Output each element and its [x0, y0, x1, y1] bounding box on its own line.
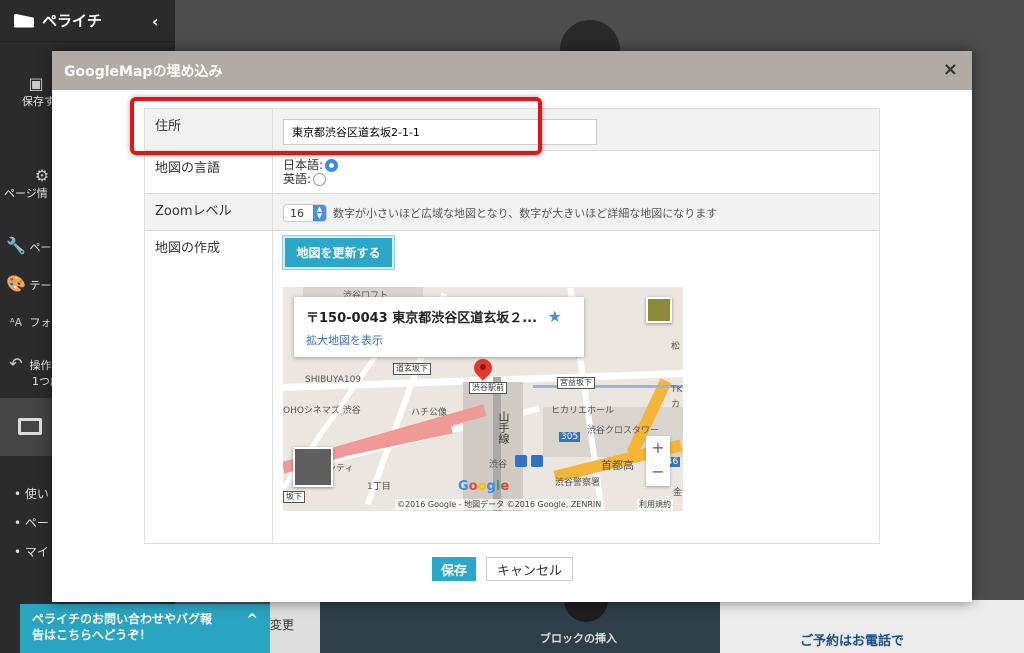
block-insert-bar: ブロックの挿入 [320, 592, 720, 653]
support-line-1: ペライチのお問い合わせやバグ報 [32, 612, 213, 626]
googlemap-modal: GoogleMapの埋め込み × 住所 地図の言語 日本語: 英語: [52, 51, 972, 602]
map-label: TK [671, 385, 683, 395]
zoom-cell: 16 ▲ ▼ 数字が小さいほど広域な地図となり、数字が大きいほど詳細な地図になりま… [272, 193, 880, 231]
map-label: 宮益坂下 [557, 377, 595, 389]
change-label: 変更 [270, 618, 295, 632]
map-preview[interactable]: 渋谷ロフト 渋谷 SHIBUYA109 道玄坂下 渋谷駅前 宮益坂下 ヒカリエホ… [283, 287, 683, 511]
sidebar-item-label: フォ [29, 316, 52, 329]
save-icon: ▣ [28, 74, 44, 93]
sidebar-item-label: 保存す [22, 95, 55, 108]
gear-icon: ⚙ [34, 166, 50, 185]
zoom-row: Zoomレベル 16 ▲ ▼ 数字が小さいほど広域な地図となり、数字が大きいほど詳… [144, 193, 880, 231]
terms-link[interactable]: 利用規約 [637, 499, 673, 510]
metro-icon [515, 455, 527, 467]
support-line-2: 告はこちらへどうぞ！ [32, 628, 152, 642]
map-label: ヒカリエホール [551, 406, 615, 416]
reserve-text: ご予約はお電話で [800, 634, 905, 649]
map-settings-form: 住所 地図の言語 日本語: 英語: Zoomレベル [144, 108, 880, 544]
block-insert-label[interactable]: ブロックの挿入 [540, 630, 617, 646]
cancel-button[interactable]: キャンセル [486, 557, 574, 581]
language-option-ja[interactable]: 日本語: [283, 158, 869, 172]
map-create-cell: 地図を更新する 渋谷ロフト SHIBUYA109 道玄坂下 渋谷駅前 宮益坂下 … [272, 230, 880, 544]
map-label: 坂下 [283, 491, 305, 503]
chevron-up-icon[interactable]: ^ [246, 612, 258, 628]
map-label: カ [671, 400, 681, 410]
map-zoom-control: + − [646, 436, 670, 486]
map-label: 渋谷 [489, 460, 508, 470]
map-info-title: 〒150-0043 東京都渋谷区道玄坂２... [306, 311, 538, 326]
language-cell: 日本語: 英語: [272, 150, 880, 194]
map-zoom-out[interactable]: − [646, 460, 670, 484]
address-label: 住所 [144, 108, 273, 151]
sidebar-bullet[interactable]: • 使い [14, 480, 49, 509]
map-zoom-in[interactable]: + [646, 436, 670, 460]
map-label: 首都高 [601, 459, 634, 472]
map-label: 渋谷警察署 [555, 478, 601, 488]
map-label: OHOシネマズ 渋谷 [283, 406, 361, 416]
radio-en[interactable] [313, 172, 327, 186]
larger-map-link[interactable]: 拡大地図を表示 [306, 332, 584, 348]
map-label: 山手線 [497, 411, 510, 444]
zoom-note: 数字が小さいほど広域な地図となり、数字が大きいほど詳細な地図になります [333, 207, 718, 220]
save-button[interactable]: 保存 [432, 557, 477, 581]
map-label: 1丁目 [367, 482, 391, 492]
language-row: 地図の言語 日本語: 英語: [144, 150, 880, 194]
zoom-label: Zoomレベル [144, 193, 273, 231]
brand-name: ペライチ [42, 12, 103, 30]
monitor-icon [18, 418, 42, 435]
modal-title: GoogleMapの埋め込み [64, 64, 223, 80]
sidebar-collapse-icon[interactable]: ‹ [152, 12, 159, 31]
page-preview-block: ご予約はお電話で [720, 600, 1024, 653]
language-option-label: 英語: [283, 172, 312, 186]
language-option-en[interactable]: 英語: [283, 172, 869, 186]
sidebar-bullet-list: • 使い • ペー • マイ [14, 480, 49, 567]
star-icon[interactable]: ★ [548, 307, 562, 326]
modal-footer: 保存 キャンセル [432, 557, 574, 581]
support-banner[interactable]: ペライチのお問い合わせやバグ報 告はこちらへどうぞ！ ^ [20, 604, 270, 653]
map-create-row: 地図の作成 地図を更新する 渋谷ロフト SHIBUYA109 道玄坂下 渋谷駅前… [144, 230, 880, 544]
brand-logo-icon [14, 13, 34, 28]
map-label: SHIBUYA109 [305, 375, 362, 385]
language-option-label: 日本語: [283, 158, 324, 172]
address-row: 住所 [144, 108, 880, 151]
address-input[interactable] [283, 119, 597, 145]
map-copyright: ©2016 Google - 地図データ ©2016 Google, ZENRI… [395, 499, 604, 510]
palette-icon: 🎨 [6, 274, 26, 293]
sidebar-item-label: ペー [29, 241, 52, 254]
satellite-toggle-icon[interactable] [293, 447, 333, 487]
map-label: 金 [673, 488, 683, 498]
sidebar-item-label: 操作 [29, 359, 52, 372]
google-logo: Google [458, 479, 510, 494]
map-marker-dot [480, 364, 486, 370]
sidebar-item-label: ページ情 [4, 187, 48, 200]
radio-ja[interactable] [325, 158, 339, 172]
update-map-button[interactable]: 地図を更新する [283, 236, 394, 269]
spinner-arrows-icon[interactable]: ▲ ▼ [313, 205, 326, 221]
wrench-icon: 🔧 [6, 236, 26, 255]
zoom-level-value: 16 [290, 206, 304, 220]
map-label: 松 [671, 342, 681, 352]
map-create-label: 地図の作成 [144, 230, 273, 544]
map-label: 道玄坂下 [393, 363, 431, 375]
change-area: 変更 [270, 600, 320, 653]
font-icon: ᴬA [9, 316, 23, 329]
map-info-card: 〒150-0043 東京都渋谷区道玄坂２... 拡大地図を表示 ★ [294, 297, 584, 357]
sidebar-item-label: テー [29, 279, 52, 292]
map-label: ハチ公像 [411, 408, 448, 418]
sidebar-bullet[interactable]: • マイ [14, 538, 49, 567]
map-label: 渋谷クロスタワー [587, 426, 660, 436]
language-label: 地図の言語 [144, 150, 273, 194]
close-icon[interactable]: × [943, 59, 958, 80]
map-label: 305 [559, 432, 581, 442]
bus-icon [531, 455, 543, 467]
modal-header: GoogleMapの埋め込み × [52, 51, 972, 90]
sidebar-bullet[interactable]: • ペー [14, 509, 49, 538]
street-view-icon[interactable] [646, 297, 672, 323]
zoom-level-select[interactable]: 16 ▲ ▼ [283, 204, 327, 222]
address-cell [272, 108, 880, 151]
map-label: 渋谷駅前 [469, 382, 507, 394]
undo-icon: ↶ [9, 354, 23, 373]
brand: ペライチ ‹ [0, 0, 175, 42]
